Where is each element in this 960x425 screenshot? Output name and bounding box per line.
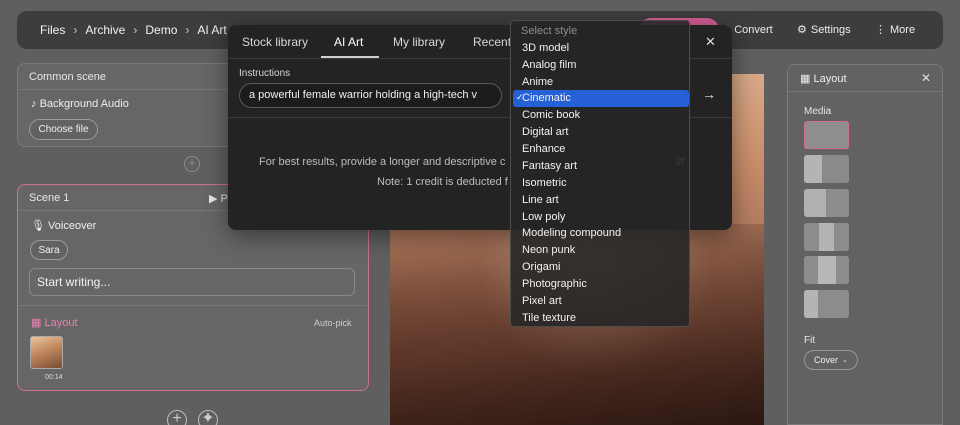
choose-file-button[interactable]: Choose file <box>29 119 98 140</box>
style-option-fantasy-art[interactable]: Fantasy art <box>513 158 689 175</box>
checkmark-icon: ✓ <box>516 92 524 102</box>
credit-note: Note: 1 credit is deducted f <box>377 176 508 188</box>
play-icon: ▶ <box>209 193 218 205</box>
breadcrumb-archive[interactable]: Archive <box>85 23 125 37</box>
style-option-modeling-compound[interactable]: Modeling compound <box>513 225 689 242</box>
style-option-cinematic[interactable]: ✓ Cinematic <box>513 90 689 107</box>
style-option-neon-punk[interactable]: Neon punk <box>513 242 689 259</box>
fit-label: Fit <box>804 335 816 346</box>
breadcrumb-separator-icon: › <box>185 23 190 37</box>
fit-select[interactable]: Cover ⌄ <box>804 350 858 370</box>
style-dropdown[interactable]: Select style 3D model Analog film Anime … <box>510 20 690 327</box>
style-option-line-art[interactable]: Line art <box>513 192 689 209</box>
tab-my-library[interactable]: My library <box>393 35 445 49</box>
style-option-analog-film[interactable]: Analog film <box>513 57 689 74</box>
layout-panel: ▦ Layout ✕ Media Fit Cover ⌄ <box>787 64 943 425</box>
style-option-pixel-art[interactable]: Pixel art <box>513 293 689 310</box>
breadcrumb-demo[interactable]: Demo <box>145 23 177 37</box>
tab-ai-art[interactable]: AI Art <box>334 35 363 49</box>
settings-button[interactable]: ⚙ Settings <box>797 23 851 36</box>
layout-grid-icon: ▦ <box>31 317 42 329</box>
microphone-icon: 🎙 <box>31 220 45 232</box>
scene-layout-label[interactable]: ▦ Layout <box>31 316 78 329</box>
hint-text: For best results, provide a longer and d… <box>259 156 506 168</box>
style-option-low-poly[interactable]: Low poly <box>513 209 689 226</box>
script-input[interactable]: Start writing... <box>29 268 355 296</box>
layout-option-split-center[interactable] <box>804 256 849 284</box>
thumbnail-duration: 00:14 <box>45 374 63 381</box>
arrow-right-icon[interactable]: → <box>702 86 716 102</box>
style-option-photographic[interactable]: Photographic <box>513 276 689 293</box>
scene-1-title: Scene 1 <box>29 192 70 204</box>
close-icon[interactable]: ✕ <box>921 71 931 85</box>
voiceover-label: 🎙 Voiceover <box>31 220 97 232</box>
layout-option-split-thirds[interactable] <box>804 223 849 251</box>
add-scene-button-icon[interactable]: + <box>167 410 187 425</box>
add-ai-scene-button-icon[interactable]: ✦ <box>198 410 218 425</box>
voice-select-button[interactable]: Sara <box>30 240 68 260</box>
scene-play-button[interactable]: ▶ P <box>209 192 228 205</box>
common-scene-title: Common scene <box>29 71 107 83</box>
layout-grid-icon: ▦ <box>800 73 811 85</box>
style-option-enhance[interactable]: Enhance <box>513 141 689 158</box>
instructions-input[interactable]: a powerful female warrior holding a high… <box>239 83 502 108</box>
gear-icon: ⚙ <box>797 24 807 36</box>
style-option-isometric[interactable]: Isometric <box>513 175 689 192</box>
divider <box>788 91 942 92</box>
style-option-digital-art[interactable]: Digital art <box>513 124 689 141</box>
add-scene-icon[interactable]: + <box>184 156 200 172</box>
style-option-comic-book[interactable]: Comic book <box>513 107 689 124</box>
breadcrumb-separator-icon: › <box>73 23 78 37</box>
chevron-down-icon: ⌄ <box>842 357 848 364</box>
close-icon[interactable]: ✕ <box>705 34 716 50</box>
more-button[interactable]: ⋮ More <box>875 23 915 36</box>
breadcrumb-separator-icon: › <box>133 23 138 37</box>
tab-stock-library[interactable]: Stock library <box>242 35 308 49</box>
layout-option-split-left[interactable] <box>804 155 849 183</box>
style-option-origami[interactable]: Origami <box>513 259 689 276</box>
style-option-anime[interactable]: Anime <box>513 74 689 91</box>
breadcrumb-ai-art[interactable]: AI Art <box>197 23 226 37</box>
divider <box>18 305 367 306</box>
auto-pick-button[interactable]: Auto-pick <box>314 318 352 328</box>
style-option-3d-model[interactable]: 3D model <box>513 40 689 57</box>
layout-option-full[interactable] <box>804 121 849 149</box>
background-audio-label: ♪ Background Audio <box>31 98 129 110</box>
more-icon: ⋮ <box>875 24 886 36</box>
layout-panel-title: ▦ Layout <box>800 73 847 85</box>
tab-recent[interactable]: Recent <box>473 35 511 49</box>
layout-option-split-right[interactable] <box>804 290 849 318</box>
dropdown-placeholder: Select style <box>521 25 578 37</box>
breadcrumb: Files › Archive › Demo › AI Art <box>40 23 227 37</box>
breadcrumb-files[interactable]: Files <box>40 23 65 37</box>
media-label: Media <box>804 106 832 117</box>
style-option-tile-texture[interactable]: Tile texture <box>513 310 689 327</box>
music-note-icon: ♪ <box>31 98 37 110</box>
layout-option-split-half[interactable] <box>804 189 849 217</box>
instructions-label: Instructions <box>239 68 291 79</box>
scene-media-thumbnail[interactable] <box>30 336 63 369</box>
